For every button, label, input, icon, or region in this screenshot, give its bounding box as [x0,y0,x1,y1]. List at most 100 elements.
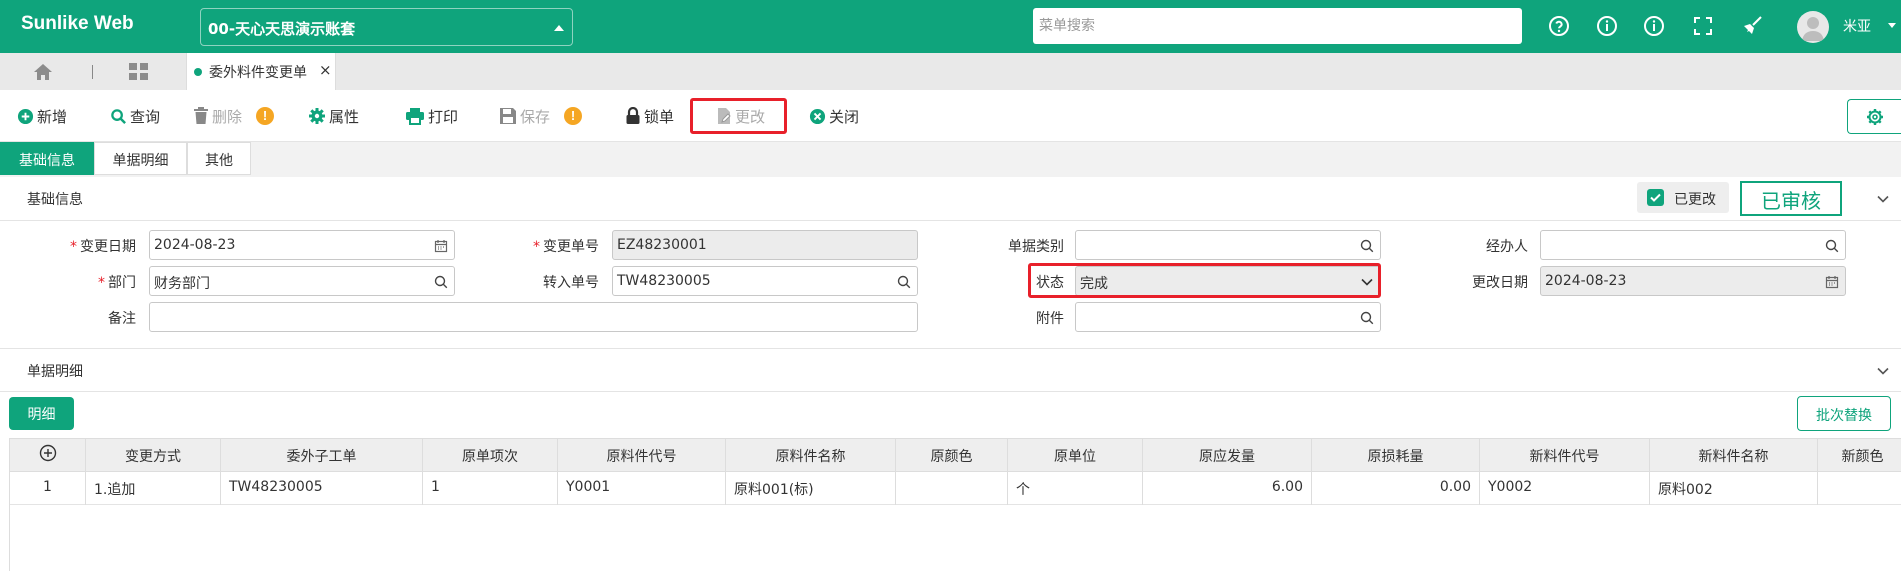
table-cell[interactable]: TW48230005 [221,472,423,505]
table-cell[interactable]: 原料001(标) [726,472,896,505]
help-icon[interactable] [1547,14,1571,38]
caret-down-icon[interactable] [1888,23,1896,28]
column-header[interactable]: 新颜色 [1818,439,1901,472]
floppy-icon [500,108,516,124]
home-icon[interactable] [32,61,54,83]
save-button[interactable]: 保存 ! [499,104,583,128]
lock-icon [626,107,640,124]
broom-icon[interactable] [1740,14,1764,38]
lock-button[interactable]: 锁单 [625,104,674,128]
column-header[interactable]: 原单项次 [423,439,558,472]
chevron-down-icon[interactable] [1876,364,1890,378]
tab-outsource-change[interactable]: 委外料件变更单 × [186,53,336,90]
print-label: 打印 [428,107,459,126]
close-circle-icon [809,108,826,124]
column-header[interactable]: 变更方式 [86,439,221,472]
modify-date-label: 更改日期 [1472,275,1528,291]
menu-search-input[interactable] [1033,8,1522,44]
base-info-section-header[interactable]: 基础信息 已更改 已审核 [0,177,1901,221]
add-row-button[interactable] [10,439,86,472]
modify-date-field[interactable]: 2024-08-23 [1540,266,1846,296]
search-icon[interactable] [1360,239,1374,253]
about-icon[interactable] [1642,14,1666,38]
table-cell[interactable]: 0.00 [1312,472,1480,505]
print-button[interactable]: 打印 [405,104,458,128]
search-icon[interactable] [434,275,448,289]
table-cell[interactable]: 1 [423,472,558,505]
column-header[interactable]: 原损耗量 [1312,439,1480,472]
calendar-icon[interactable] [434,239,448,253]
grid-menu-icon[interactable] [128,62,150,82]
tab-other[interactable]: 其他 [187,142,251,175]
column-header[interactable]: 委外子工单 [221,439,423,472]
column-header[interactable]: 原应发量 [1143,439,1312,472]
calendar-icon[interactable] [1825,275,1839,289]
table-cell[interactable]: 个 [1008,472,1143,505]
detail-section-header[interactable]: 单据明细 [0,348,1901,392]
warning-icon: ! [564,107,583,125]
sub-tabs: 基础信息 单据明细 其他 [0,142,1901,177]
attachment-field[interactable] [1075,302,1381,332]
change-no-field[interactable]: EZ48230001 [612,230,918,260]
modify-button-highlight [690,98,787,134]
table-cell[interactable]: 1.追加 [86,472,221,505]
account-select-value: 00-天心天思演示账套 [208,20,356,38]
handler-label: 经办人 [1486,239,1528,255]
query-button[interactable]: 查询 [110,104,160,128]
transfer-no-label: 转入单号 [543,275,599,291]
close-icon[interactable]: × [319,61,332,79]
search-icon[interactable] [1825,239,1839,253]
column-header[interactable]: 原料件名称 [726,439,896,472]
add-label: 新增 [37,107,68,126]
table-cell[interactable] [896,472,1008,505]
change-date-value: 2024-08-23 [154,237,236,253]
column-header[interactable]: 原颜色 [896,439,1008,472]
change-date-field[interactable]: 2024-08-23 [149,230,455,260]
brand-logo[interactable]: Sunlike Web [21,13,134,35]
settings-button[interactable] [1847,99,1901,134]
tab-label: 委外料件变更单 [209,65,307,81]
avatar[interactable] [1797,11,1829,43]
column-header[interactable]: 新料件代号 [1480,439,1650,472]
search-icon[interactable] [897,275,911,289]
table-cell[interactable]: Y0002 [1480,472,1650,505]
batch-replace-button[interactable]: 批次替换 [1797,396,1891,431]
column-header[interactable]: 原单位 [1008,439,1143,472]
table-cell[interactable]: 6.00 [1143,472,1312,505]
add-button[interactable]: 新增 [17,104,67,128]
doc-type-field[interactable] [1075,230,1381,260]
properties-button[interactable]: 属性 [308,104,359,128]
info-icon[interactable] [1595,14,1619,38]
handler-field[interactable] [1540,230,1846,260]
transfer-no-value: TW48230005 [617,273,711,289]
caret-up-icon [554,25,564,31]
table-row[interactable]: 1 1.追加 TW48230005 1 Y0001 原料001(标) 个 6.0… [10,472,1901,505]
save-label: 保存 [520,107,551,126]
column-header[interactable]: 新料件名称 [1650,439,1818,472]
user-name[interactable]: 米亚 [1843,16,1871,36]
dept-label: * 部门 [98,275,136,291]
transfer-no-field[interactable]: TW48230005 [612,266,918,296]
delete-button[interactable]: 删除 ! [193,104,275,128]
remark-label: 备注 [108,311,136,327]
table-cell[interactable] [1818,472,1901,505]
toolbar: 新增 查询 删除 ! 属性 打印 保存 ! 锁单 更改 关闭 [0,90,1901,142]
lock-label: 锁单 [644,107,675,126]
search-icon[interactable] [1360,311,1374,325]
active-dot-icon [194,68,202,76]
tab-base-info[interactable]: 基础信息 [0,142,94,175]
account-select[interactable]: 00-天心天思演示账套 [200,8,573,46]
tab-doc-detail[interactable]: 单据明细 [94,142,187,175]
status-field-highlight [1028,263,1381,298]
table-cell[interactable]: 原料002 [1650,472,1818,505]
gear-icon [309,108,325,124]
chevron-down-icon[interactable] [1876,192,1890,206]
remark-field[interactable] [149,302,918,332]
column-header[interactable]: 原料件代号 [558,439,726,472]
close-button[interactable]: 关闭 [809,104,859,128]
table-cell[interactable]: Y0001 [558,472,726,505]
properties-label: 属性 [329,107,360,126]
dept-field[interactable]: 财务部门 [149,266,455,296]
fullscreen-icon[interactable] [1691,14,1715,38]
detail-button[interactable]: 明细 [9,397,74,430]
